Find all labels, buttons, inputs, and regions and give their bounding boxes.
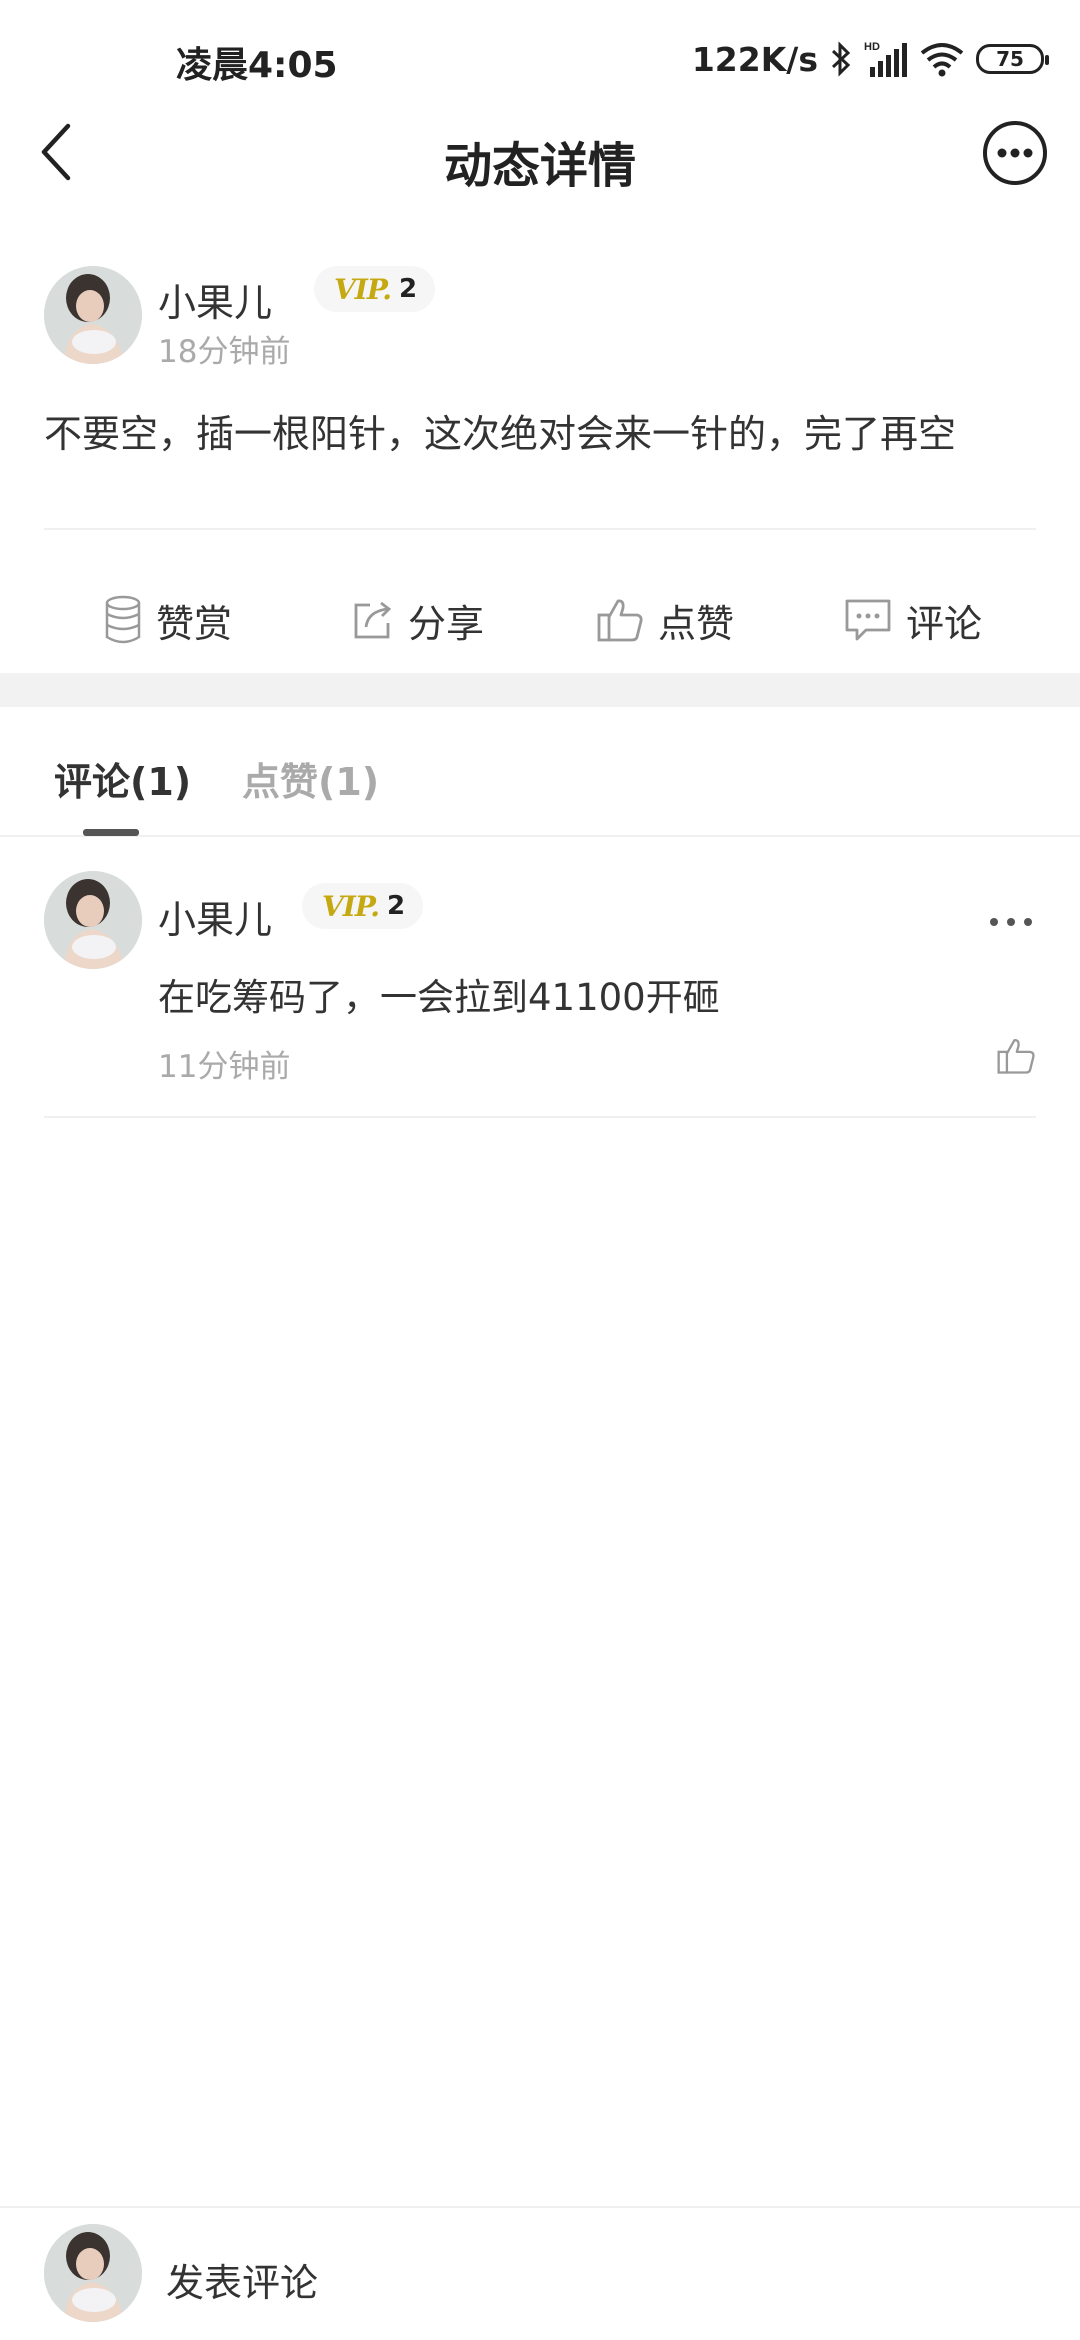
- battery-indicator: 75: [976, 44, 1049, 74]
- more-options-button[interactable]: [982, 120, 1048, 186]
- signal-icon: HD: [864, 39, 908, 79]
- comment-time: 11分钟前: [158, 1049, 291, 1085]
- like-label: 点赞: [658, 601, 735, 646]
- post-time: 18分钟前: [158, 334, 291, 370]
- author-name[interactable]: 小果儿: [158, 272, 272, 327]
- coins-icon: [105, 595, 141, 644]
- comment-vip-badge: VIP. 2: [302, 883, 424, 929]
- comment-more-button[interactable]: [986, 907, 1036, 937]
- more-horizontal-icon: [990, 918, 1032, 926]
- my-avatar: [44, 2224, 142, 2322]
- like-button[interactable]: 点赞: [596, 560, 734, 680]
- vip-badge: VIP. 2: [314, 266, 436, 312]
- tab-indicator: [83, 829, 139, 836]
- comment-item: 小果儿 VIP. 2 在吃筹码了，一会拉到41100开砸 11分钟前: [0, 837, 1080, 1119]
- nav-bar: 动态详情: [0, 118, 1080, 278]
- share-label: 分享: [408, 601, 485, 646]
- vip-label: VIP.: [334, 272, 392, 306]
- comment-icon: [845, 599, 891, 641]
- divider: [44, 528, 1036, 530]
- bottom-comment-bar: 发表评论: [0, 2206, 1080, 2340]
- comment-author[interactable]: 小果儿: [158, 889, 272, 944]
- vip-level: 2: [399, 274, 418, 304]
- avatar[interactable]: [44, 266, 142, 364]
- vip-label: VIP.: [322, 889, 380, 923]
- status-icons: 122K/s HD 75: [691, 34, 1049, 84]
- share-icon: [354, 601, 392, 639]
- thumbs-up-icon: [997, 1039, 1035, 1074]
- share-button[interactable]: 分享: [352, 560, 484, 680]
- tab-likes[interactable]: 点赞(1): [242, 751, 379, 806]
- section-separator: [0, 673, 1080, 707]
- bluetooth-icon: [830, 41, 852, 77]
- reward-button[interactable]: 赞赏: [104, 560, 232, 680]
- network-speed: 122K/s: [691, 39, 818, 79]
- page: 凌晨4:05 122K/s HD 75 动态详情 小果儿 VIP. 2 18分钟…: [0, 0, 1080, 2340]
- status-time: 凌晨4:05: [176, 45, 338, 86]
- post-content: 不要空，插一根阳针，这次绝对会来一针的，完了再空: [44, 412, 957, 456]
- comment-label: 评论: [906, 601, 983, 646]
- vip-level: 2: [387, 891, 406, 921]
- svg-text:HD: HD: [864, 41, 880, 53]
- comment-input[interactable]: 发表评论: [166, 2252, 318, 2307]
- divider: [44, 1116, 1036, 1118]
- page-title: 动态详情: [443, 138, 636, 194]
- tab-comments[interactable]: 评论(1): [54, 751, 191, 806]
- reward-label: 赞赏: [156, 601, 233, 646]
- more-circle-icon: [983, 121, 1047, 185]
- status-bar: 凌晨4:05 122K/s HD 75: [0, 0, 1080, 118]
- thumbs-up-icon: [597, 599, 643, 642]
- wifi-icon: [920, 41, 964, 77]
- comment-text: 在吃筹码了，一会拉到41100开砸: [158, 976, 720, 1019]
- comment-like-button[interactable]: [996, 1037, 1036, 1079]
- comment-avatar[interactable]: [44, 871, 142, 969]
- comment-button[interactable]: 评论: [844, 560, 982, 680]
- action-bar: 赞赏 分享 点赞 评论: [0, 560, 1080, 680]
- tab-bar: 评论(1) 点赞(1): [0, 707, 1080, 837]
